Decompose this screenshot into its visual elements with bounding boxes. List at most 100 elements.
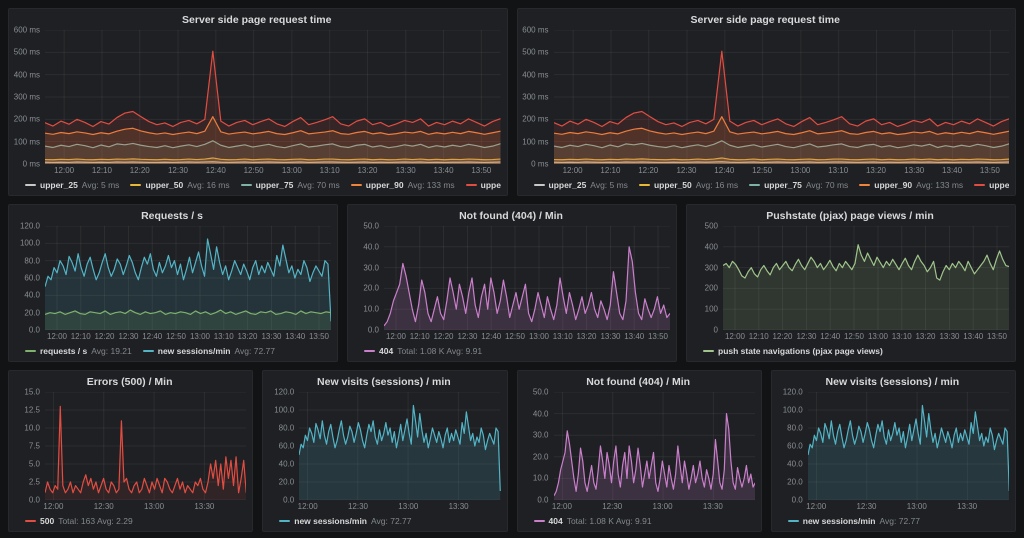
- x-axis: 12:0012:3013:0013:30: [808, 500, 1009, 513]
- graph-canvas[interactable]: [45, 392, 246, 500]
- y-axis-tick: 100 ms: [522, 137, 548, 146]
- x-axis-tick: 12:20: [638, 166, 658, 175]
- x-axis-tick: 12:40: [820, 332, 840, 341]
- series-name[interactable]: upper_25: [549, 180, 587, 190]
- chart-svg: [808, 392, 1009, 500]
- series-color-dash: [25, 350, 36, 352]
- x-axis-tick: 12:30: [457, 332, 477, 341]
- series-name[interactable]: upper_95: [989, 180, 1009, 190]
- y-axis-tick: 30.0: [363, 263, 379, 272]
- series-name[interactable]: upper_90: [874, 180, 912, 190]
- series-name[interactable]: upper_25: [40, 180, 78, 190]
- panel-title[interactable]: Server side page request time: [522, 11, 1010, 30]
- panel-title[interactable]: Requests / s: [13, 207, 331, 226]
- y-axis: 15.012.510.07.55.02.50.0: [13, 392, 45, 500]
- y-axis-tick: 0 ms: [531, 160, 548, 169]
- plot-area: 120.0100.080.060.040.020.00.0: [267, 392, 500, 500]
- series-name[interactable]: new sessions/min: [803, 516, 876, 526]
- y-axis-tick: 600 ms: [14, 26, 40, 35]
- plot-area: 15.012.510.07.55.02.50.0: [13, 392, 246, 500]
- x-axis-tick: 12:00: [47, 332, 67, 341]
- x-axis-tick: 13:10: [320, 166, 340, 175]
- graph-canvas[interactable]: [808, 392, 1009, 500]
- x-axis-tick: 13:30: [396, 166, 416, 175]
- series-stats: Avg: 19.21: [91, 346, 132, 356]
- series-name[interactable]: upper_50: [145, 180, 183, 190]
- chart-svg: [45, 30, 501, 164]
- x-axis-tick: 12:40: [206, 166, 226, 175]
- x-axis: 12:0012:3013:0013:30: [45, 500, 246, 513]
- series-name[interactable]: push state navigations (pjax page views): [718, 346, 883, 356]
- x-axis-tick: 12:30: [602, 502, 622, 511]
- y-axis-tick: 50.0: [533, 388, 549, 397]
- graph-canvas[interactable]: [45, 30, 501, 164]
- panel-pushstate: Pushstate (pjax) page views / min5004003…: [686, 204, 1016, 362]
- x-axis-tick: 13:30: [703, 502, 723, 511]
- panel-title[interactable]: Errors (500) / Min: [13, 373, 246, 392]
- x-axis-tick: 13:30: [194, 502, 214, 511]
- chart-svg: [299, 392, 500, 500]
- legend: push state navigations (pjax page views): [691, 343, 1009, 359]
- legend-item: 404Total: 1.08 K Avg: 9.91: [534, 516, 652, 526]
- y-axis-tick: 200: [705, 284, 718, 293]
- y-axis-tick: 20.0: [279, 478, 295, 487]
- graph-canvas[interactable]: [299, 392, 500, 500]
- x-axis-tick: 12:30: [94, 502, 114, 511]
- graph-canvas[interactable]: [554, 30, 1010, 164]
- panel-title[interactable]: New visits (sessions) / min: [776, 373, 1009, 392]
- legend-item: upper_95Avg: 184 ms: [466, 180, 501, 190]
- series-name[interactable]: upper_50: [654, 180, 692, 190]
- series-name[interactable]: upper_95: [481, 180, 501, 190]
- y-axis: 50.040.030.020.010.00.0: [352, 226, 384, 330]
- series-name[interactable]: new sessions/min: [158, 346, 231, 356]
- y-axis-tick: 20.0: [363, 284, 379, 293]
- y-axis-tick: 2.5: [29, 478, 40, 487]
- x-axis-tick: 12:50: [244, 166, 264, 175]
- y-axis-tick: 500: [705, 222, 718, 231]
- series-name[interactable]: 500: [40, 516, 54, 526]
- y-axis: 600 ms500 ms400 ms300 ms200 ms100 ms0 ms: [13, 30, 45, 164]
- x-axis-tick: 13:20: [237, 332, 257, 341]
- series-name[interactable]: requests / s: [40, 346, 87, 356]
- panel-title[interactable]: New visits (sessions) / min: [267, 373, 500, 392]
- legend-item: upper_90Avg: 133 ms: [859, 180, 963, 190]
- plot-area: 50.040.030.020.010.00.0: [352, 226, 670, 330]
- dashboard-row: Server side page request time600 ms500 m…: [8, 8, 1016, 196]
- plot-area: 120.0100.080.060.040.020.00.0: [776, 392, 1009, 500]
- series-name[interactable]: upper_90: [366, 180, 404, 190]
- graph-canvas[interactable]: [45, 226, 331, 330]
- series-name[interactable]: upper_75: [764, 180, 802, 190]
- y-axis-tick: 40.0: [533, 409, 549, 418]
- series-name[interactable]: upper_75: [256, 180, 294, 190]
- panel-title[interactable]: Pushstate (pjax) page views / min: [691, 207, 1009, 226]
- series-color-dash: [749, 184, 760, 186]
- x-axis-tick: 12:00: [806, 502, 826, 511]
- panel-title[interactable]: Not found (404) / Min: [522, 373, 755, 392]
- panel-title[interactable]: Server side page request time: [13, 11, 501, 30]
- panel-title[interactable]: Not found (404) / Min: [352, 207, 670, 226]
- x-axis-tick: 13:30: [261, 332, 281, 341]
- legend: 500 Total: 163 Avg: 2.29: [13, 513, 246, 529]
- graph-canvas[interactable]: [723, 226, 1009, 330]
- graph-canvas[interactable]: [554, 392, 755, 500]
- series-color-dash: [639, 184, 650, 186]
- plot-area: 5004003002001000: [691, 226, 1009, 330]
- y-axis: 120.0100.080.060.040.020.00.0: [13, 226, 45, 330]
- y-axis-tick: 80.0: [279, 423, 295, 432]
- x-axis-tick: 12:10: [92, 166, 112, 175]
- series-name[interactable]: new sessions/min: [294, 516, 367, 526]
- x-axis-tick: 12:00: [563, 166, 583, 175]
- y-axis-tick: 20.0: [787, 478, 803, 487]
- legend-item: upper_75Avg: 70 ms: [749, 180, 848, 190]
- plot-area: 600 ms500 ms400 ms300 ms200 ms100 ms0 ms: [522, 30, 1010, 164]
- legend-item: upper_25Avg: 5 ms: [534, 180, 628, 190]
- graph-canvas[interactable]: [384, 226, 670, 330]
- series-name[interactable]: 404: [549, 516, 563, 526]
- x-axis-tick: 13:20: [866, 166, 886, 175]
- chart-svg: [554, 30, 1010, 164]
- series-name[interactable]: 404: [379, 346, 393, 356]
- y-axis-tick: 20.0: [533, 452, 549, 461]
- series-stats: Total: 163 Avg: 2.29: [58, 516, 133, 526]
- x-axis-tick: 13:10: [828, 166, 848, 175]
- series-area-new_sessions: [299, 406, 500, 501]
